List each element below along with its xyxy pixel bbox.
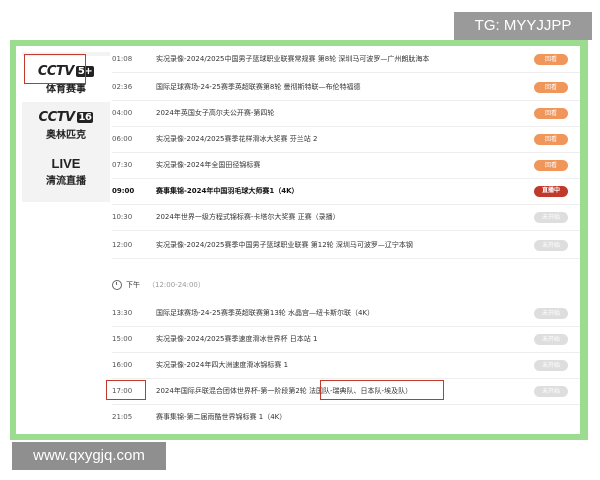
program-title: 实况录像-2024/2025赛季中国男子篮球职业联赛 第12轮 深圳马可波罗—辽… [156, 241, 413, 249]
schedule-row[interactable]: 16:00 实况录像-2024年四大洲速度滑冰锦标赛 1 未开始 [112, 352, 580, 379]
schedule-row[interactable]: 06:00 实况录像-2024/2025赛季花样滑冰大奖赛 芬兰站 2 回看 [112, 126, 580, 153]
program-title: 实况录像-2024年全国田径锦标赛 [156, 161, 261, 169]
program-time: 04:00 [112, 109, 133, 117]
program-title: 实况录像-2024/2025赛季速度滑冰世界杯 日本站 1 [156, 335, 318, 343]
schedule-row[interactable]: 02:36 国际足球赛场-24-25赛季英超联赛第8轮 曼彻斯特联—布伦特福德 … [112, 74, 580, 101]
live-now-button[interactable]: 直播中 [534, 186, 568, 197]
upcoming-badge: 未开始 [534, 334, 568, 345]
telegram-watermark: TG: MYYJJPP [454, 12, 592, 40]
schedule-row[interactable]: 01:08 实况录像-2024/2025中国男子篮球职业联赛常规赛 第8轮 深圳… [112, 46, 580, 73]
program-title: 赛事集锦-2024年中国羽毛球大师赛1（4K） [156, 187, 299, 195]
website-watermark: www.qxygjq.com [12, 442, 166, 470]
channel-item-live[interactable]: LIVE 清流直播 [22, 148, 110, 194]
channel-subtitle: 清流直播 [46, 175, 86, 187]
schedule-row[interactable]: 13:30 国际足球赛场-24-25赛季英超联赛第13轮 水晶宫—纽卡斯尔联（4… [112, 300, 580, 327]
replay-button[interactable]: 回看 [534, 54, 568, 65]
replay-button[interactable]: 回看 [534, 134, 568, 145]
cctv16-logo: CCTV 16 [39, 110, 94, 125]
replay-button[interactable]: 回看 [534, 108, 568, 119]
program-time: 12:00 [112, 241, 133, 249]
program-time: 06:00 [112, 135, 133, 143]
channel-subtitle: 奥林匹克 [46, 129, 86, 141]
highlight-box-channel [24, 54, 86, 84]
program-time: 15:00 [112, 335, 133, 343]
program-title: 2024年英国女子高尔夫公开赛-第四轮 [156, 109, 275, 117]
program-time: 02:36 [112, 83, 133, 91]
section-time-range: （12:00-24:00） [148, 281, 205, 289]
upcoming-badge: 未开始 [534, 360, 568, 371]
upcoming-badge: 未开始 [534, 308, 568, 319]
program-time: 10:30 [112, 213, 133, 221]
replay-button[interactable]: 回看 [534, 160, 568, 171]
upcoming-badge: 未开始 [534, 386, 568, 397]
program-time: 09:00 [112, 187, 135, 195]
live-logo: LIVE [51, 155, 81, 171]
program-title: 实况录像-2024/2025中国男子篮球职业联赛常规赛 第8轮 深圳马可波罗—广… [156, 55, 430, 63]
schedule-panel: CCTV 5+ 体育赛事 CCTV 16 奥林匹克 LIVE 清流直播 01:08 … [16, 46, 580, 434]
program-title: 实况录像-2024年四大洲速度滑冰锦标赛 1 [156, 361, 289, 369]
program-time: 16:00 [112, 361, 133, 369]
program-title: 国际足球赛场-24-25赛季英超联赛第8轮 曼彻斯特联—布伦特福德 [156, 83, 361, 91]
schedule-row[interactable]: 21:05 赛事集锦-第二届雨酷世界锦标赛 1（4K） [112, 404, 580, 430]
schedule-row[interactable]: 12:00 实况录像-2024/2025赛季中国男子篮球职业联赛 第12轮 深圳… [112, 232, 580, 259]
program-time: 01:08 [112, 55, 133, 63]
schedule-row-live[interactable]: 09:00 赛事集锦-2024年中国羽毛球大师赛1（4K） 直播中 [112, 178, 580, 205]
clock-icon [112, 280, 122, 290]
schedule-row[interactable]: 15:00 实况录像-2024/2025赛季速度滑冰世界杯 日本站 1 未开始 [112, 326, 580, 353]
upcoming-badge: 未开始 [534, 240, 568, 251]
highlight-box-teams [320, 380, 444, 400]
highlight-box-time [106, 380, 146, 400]
afternoon-section-header: 下午 （12:00-24:00） [112, 274, 580, 296]
schedule-row[interactable]: 04:00 2024年英国女子高尔夫公开赛-第四轮 回看 [112, 100, 580, 127]
program-title: 实况录像-2024/2025赛季花样滑冰大奖赛 芬兰站 2 [156, 135, 318, 143]
program-time: 07:30 [112, 161, 133, 169]
channel-logo-text: CCTV [38, 109, 76, 125]
schedule-row[interactable]: 07:30 实况录像-2024年全国田径锦标赛 回看 [112, 152, 580, 179]
program-title: 赛事集锦-第二届雨酷世界锦标赛 1（4K） [156, 413, 287, 421]
channel-number: 16 [76, 111, 94, 123]
schedule-row[interactable]: 10:30 2024年世界一级方程式锦标赛-卡塔尔大奖赛 正赛（录播） 未开始 [112, 204, 580, 231]
program-time: 21:05 [112, 413, 133, 421]
channel-item-cctv16[interactable]: CCTV 16 奥林匹克 [22, 102, 110, 148]
program-time: 13:30 [112, 309, 133, 317]
replay-button[interactable]: 回看 [534, 82, 568, 93]
section-label: 下午 [126, 281, 140, 289]
program-title: 2024年世界一级方程式锦标赛-卡塔尔大奖赛 正赛（录播） [156, 213, 340, 221]
upcoming-badge: 未开始 [534, 212, 568, 223]
program-title: 国际足球赛场-24-25赛季英超联赛第13轮 水晶宫—纽卡斯尔联（4K） [156, 309, 375, 317]
